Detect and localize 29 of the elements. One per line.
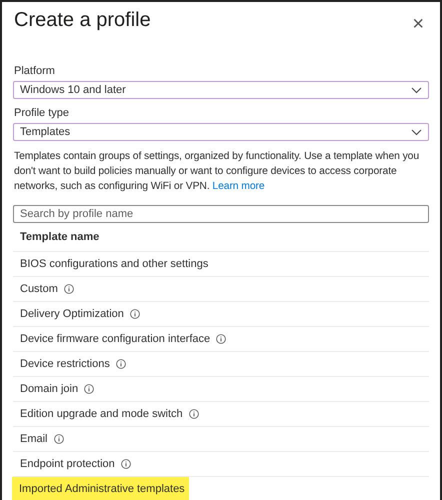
info-icon[interactable] — [216, 334, 226, 344]
list-item[interactable]: Email — [13, 427, 429, 452]
list-item[interactable]: BIOS configurations and other settings — [13, 252, 429, 277]
panel-title: Create a profile — [14, 9, 151, 32]
info-icon[interactable] — [64, 284, 74, 294]
search-field[interactable]: Search by profile name — [13, 205, 429, 223]
info-icon[interactable] — [120, 459, 131, 469]
learn-more-link[interactable]: Learn more — [212, 181, 265, 192]
list-item[interactable]: Device restrictions — [13, 352, 429, 377]
chevron-down-icon — [411, 128, 422, 136]
info-icon[interactable] — [188, 409, 199, 419]
list-item[interactable]: Custom — [13, 277, 429, 302]
description-text: Templates contain groups of settings, organized by functionality. Use a template when you don't want to build policies manually or want to configure devices to access corporate networks, such as configuring WiFi or VPN. Learn more — [14, 150, 420, 194]
column-header: Template name — [13, 223, 429, 252]
info-icon[interactable] — [130, 309, 140, 319]
dropdown-field[interactable]: Windows 10 and later — [13, 81, 429, 99]
list-item[interactable]: Edition upgrade and mode switch — [13, 402, 429, 427]
dropdown-field[interactable]: Templates — [13, 123, 429, 141]
field-label: Platform — [14, 65, 56, 77]
chevron-down-icon — [411, 86, 422, 94]
close-button[interactable]: × — [408, 12, 428, 36]
field-label: Profile type — [14, 107, 70, 119]
info-icon[interactable] — [84, 384, 94, 394]
info-icon[interactable] — [54, 434, 64, 444]
list-item[interactable]: Delivery Optimization — [13, 302, 429, 327]
highlighted-list-item[interactable]: Imported Administrative templates — [12, 477, 189, 500]
list-item[interactable]: Device firmware configuration interface — [13, 327, 429, 352]
list-item[interactable]: Domain join — [13, 377, 429, 402]
info-icon[interactable] — [116, 359, 126, 369]
